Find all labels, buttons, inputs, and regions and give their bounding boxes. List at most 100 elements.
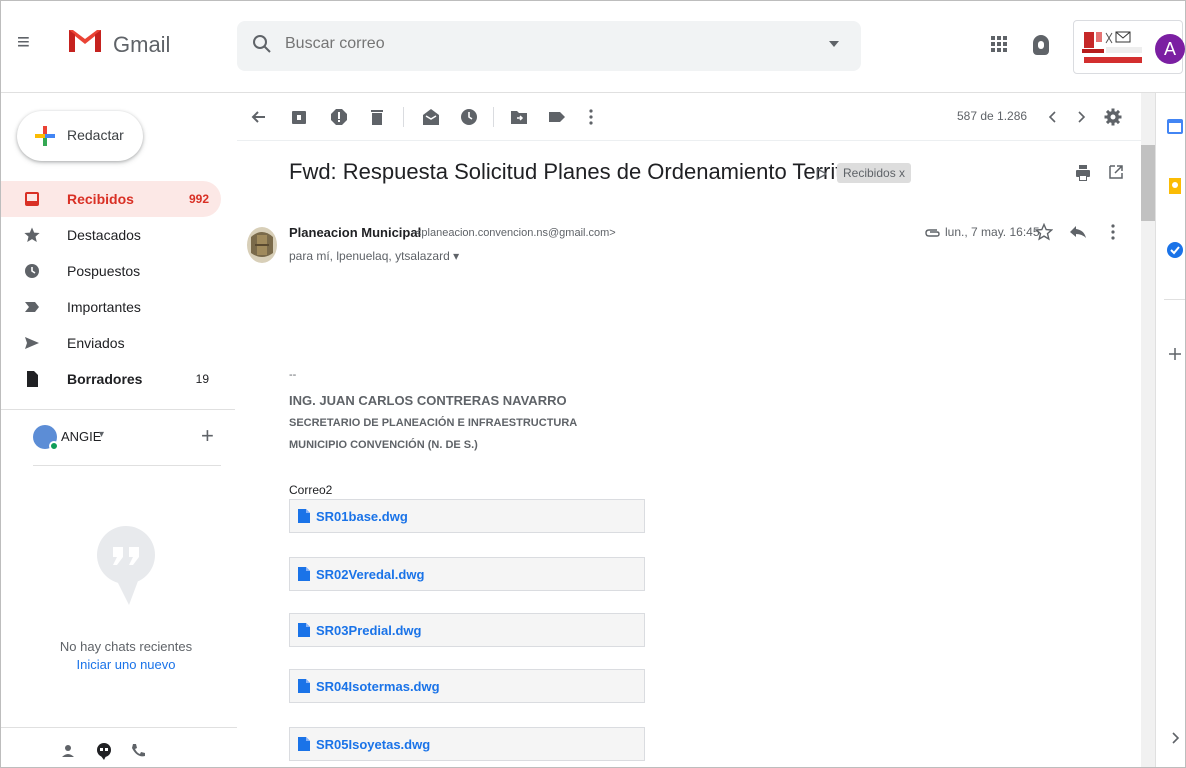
calendar-icon[interactable]: [1166, 117, 1184, 135]
attachment-chip[interactable]: SR05Isoyetas.dwg: [289, 727, 645, 761]
attachment-name[interactable]: SR01base.dwg: [316, 509, 408, 524]
file-icon: [298, 679, 310, 693]
sender-name[interactable]: Planeacion Municipal: [289, 225, 421, 240]
file-icon: [298, 509, 310, 523]
attachment-icon: [925, 229, 940, 237]
search-icon[interactable]: [251, 33, 273, 55]
inbox-icon: [25, 192, 39, 206]
back-arrow-icon[interactable]: [249, 107, 269, 127]
nav-label: Importantes: [67, 299, 141, 315]
chevron-down-icon[interactable]: ▾: [99, 429, 104, 440]
label-icon[interactable]: [547, 107, 567, 127]
attachment-chip[interactable]: SR01base.dwg: [289, 499, 645, 533]
draft-icon: [27, 371, 38, 387]
send-icon: [25, 337, 39, 349]
inbox-count: 992: [188, 192, 209, 206]
nav-item-snoozed[interactable]: Pospuestos: [1, 253, 221, 289]
delete-icon[interactable]: [367, 107, 387, 127]
star-icon[interactable]: [1035, 223, 1053, 241]
file-icon: [298, 623, 310, 637]
toolbar-separator: [493, 107, 494, 127]
older-chevron-right-icon[interactable]: [1071, 107, 1091, 127]
print-icon[interactable]: [1073, 163, 1093, 183]
correo-label: Correo2: [289, 483, 333, 497]
signature-title: SECRETARIO DE PLANEACIÓN E INFRAESTRUCTU…: [289, 417, 578, 429]
attachment-name[interactable]: SR02Veredal.dwg: [316, 567, 424, 582]
message-subject: Fwd: Respuesta Solicitud Planes de Orden…: [289, 159, 883, 184]
nav-item-important[interactable]: Importantes: [1, 289, 221, 325]
main-menu-icon[interactable]: ≡: [17, 31, 37, 53]
account-avatar[interactable]: A: [1155, 34, 1185, 64]
signature-dash: --: [289, 369, 297, 381]
nav-item-starred[interactable]: Destacados: [1, 217, 221, 253]
label-chip[interactable]: Recibidos x: [837, 163, 912, 183]
compose-button[interactable]: Redactar: [17, 111, 143, 161]
file-icon: [298, 737, 310, 751]
nav-label: Recibidos: [67, 191, 134, 207]
archive-icon[interactable]: [289, 107, 309, 127]
apps-grid-icon[interactable]: [991, 36, 1007, 52]
attachment-name[interactable]: SR05Isoyetas.dwg: [316, 737, 430, 752]
keep-icon[interactable]: [1166, 177, 1184, 195]
gmail-logo-icon[interactable]: [67, 26, 103, 54]
hangouts-icon[interactable]: [95, 742, 113, 760]
search-input[interactable]: [285, 35, 785, 53]
nav-label: Enviados: [67, 335, 125, 351]
folder-nav: Recibidos 992 Destacados Pospuestos Impo…: [1, 181, 221, 397]
expand-chevron-right-icon[interactable]: [1166, 729, 1184, 747]
drafts-count: 19: [195, 372, 209, 386]
hangouts-user-name[interactable]: ANGIE: [61, 429, 101, 444]
mark-unread-icon[interactable]: [421, 107, 441, 127]
recipients-toggle[interactable]: para mí, lpenuelaq, ytsalazard ▾: [289, 249, 459, 263]
message-date: lun., 7 may. 16:45: [945, 225, 1040, 239]
attachment-chip[interactable]: SR04Isotermas.dwg: [289, 669, 645, 703]
nav-divider: [1, 409, 235, 410]
importance-marker-icon[interactable]: ᐅ: [815, 165, 827, 185]
nav-label: Pospuestos: [67, 263, 141, 279]
toolbar-separator: [403, 107, 404, 127]
sender-avatar[interactable]: [247, 227, 277, 263]
nav-item-drafts[interactable]: Borradores 19: [1, 361, 221, 397]
university-logo-icon: [1080, 29, 1150, 67]
snooze-clock-icon[interactable]: [459, 107, 479, 127]
reply-icon[interactable]: [1069, 225, 1087, 239]
new-chat-button[interactable]: +: [201, 425, 214, 447]
add-plus-icon[interactable]: [1166, 345, 1184, 363]
hangouts-divider: [33, 465, 221, 466]
star-icon: [24, 227, 40, 242]
move-to-folder-icon[interactable]: [509, 107, 529, 127]
message-toolbar: 587 de 1.286: [237, 93, 1141, 141]
attachment-name[interactable]: SR04Isotermas.dwg: [316, 679, 440, 694]
compose-label: Redactar: [67, 127, 124, 143]
more-vert-icon[interactable]: [581, 107, 601, 127]
settings-gear-icon[interactable]: [1103, 107, 1123, 127]
gmail-window: ≡ Gmail Buscar correo A Redactar Recibid…: [0, 0, 1186, 768]
attachment-chip[interactable]: SR03Predial.dwg: [289, 613, 645, 647]
attachment-chip[interactable]: SR02Veredal.dwg: [289, 557, 645, 591]
tasks-icon[interactable]: [1166, 241, 1184, 259]
signature-municipality: MUNICIPIO CONVENCIÓN (N. DE S.): [289, 439, 478, 451]
nav-item-inbox[interactable]: Recibidos 992: [1, 181, 221, 217]
scrollbar-thumb[interactable]: [1141, 145, 1155, 221]
nav-item-sent[interactable]: Enviados: [1, 325, 221, 361]
online-status-icon: [49, 441, 59, 451]
chat-bubble-icon: [97, 526, 155, 605]
more-vert-icon[interactable]: [1111, 223, 1115, 241]
contacts-icon[interactable]: [59, 742, 77, 760]
clock-icon: [25, 264, 39, 278]
hangouts-user[interactable]: ANGIE ▾ +: [33, 425, 223, 453]
report-spam-icon[interactable]: [329, 107, 349, 127]
newer-chevron-left-icon[interactable]: [1043, 107, 1063, 127]
no-chats-text: No hay chats recientes: [59, 639, 193, 654]
open-in-new-window-icon[interactable]: [1107, 163, 1125, 181]
plus-icon: [35, 126, 55, 146]
search-options-chevron-icon[interactable]: [829, 41, 839, 47]
nav-label: Borradores: [67, 371, 143, 387]
notifications-icon[interactable]: [1033, 35, 1049, 55]
start-chat-link[interactable]: Iniciar uno nuevo: [1, 657, 251, 672]
phone-icon[interactable]: [129, 742, 147, 760]
hangouts-bottom-bar: [1, 727, 237, 767]
attachment-name[interactable]: SR03Predial.dwg: [316, 623, 421, 638]
search-bar[interactable]: [237, 21, 861, 71]
file-icon: [298, 567, 310, 581]
